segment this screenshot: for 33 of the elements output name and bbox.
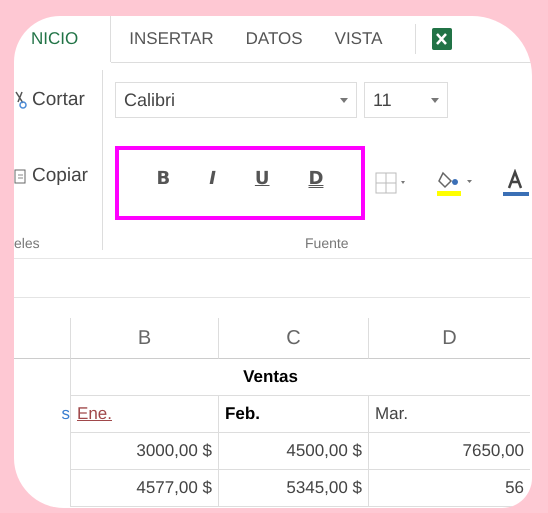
ribbon-tab[interactable]: INSERTAR [129, 28, 214, 48]
font-style-button[interactable]: B [152, 168, 174, 188]
font-style-button[interactable]: U [250, 168, 274, 188]
table-cell: 4500,00 $ [218, 433, 368, 470]
table-cell: 7650,00 [368, 433, 530, 470]
table-cell: 56 [368, 470, 530, 507]
font-color-icon[interactable] [503, 169, 529, 197]
cut-button[interactable]: Cortar [14, 62, 102, 138]
font-style-button[interactable]: D [304, 168, 328, 188]
caret-icon [431, 98, 439, 102]
font-name-dropdown[interactable]: Calibri [115, 82, 357, 118]
copy-button[interactable]: Copiar [14, 138, 102, 214]
spreadsheet-app-icon[interactable] [432, 28, 452, 50]
table-cell: 4577,00 $ [70, 470, 218, 507]
column-header[interactable]: C [218, 318, 368, 359]
cell-text: s [62, 404, 70, 424]
ribbon-tab[interactable]: NICIO [14, 29, 78, 49]
table-cell: Feb. [218, 396, 368, 433]
column-header[interactable]: D [368, 318, 530, 359]
scissors-icon [14, 90, 28, 110]
column-header[interactable]: B [70, 318, 218, 359]
table-cell: 5345,00 $ [218, 470, 368, 507]
ribbon-tab[interactable]: DATOS [246, 28, 303, 48]
font-style-button[interactable]: I [205, 168, 220, 188]
caret-icon [340, 98, 348, 102]
ribbon-tab[interactable]: VISTA [334, 28, 382, 48]
table-cell: Mar. [368, 396, 530, 433]
table-cell: 3000,00 $ [70, 433, 218, 470]
group-label: Fuente [304, 234, 350, 253]
group-label: eles [14, 234, 41, 253]
table-cell: Ventas [70, 359, 530, 396]
table-cell: Ene. [70, 396, 218, 433]
font-size-dropdown[interactable]: 11 [364, 82, 448, 118]
